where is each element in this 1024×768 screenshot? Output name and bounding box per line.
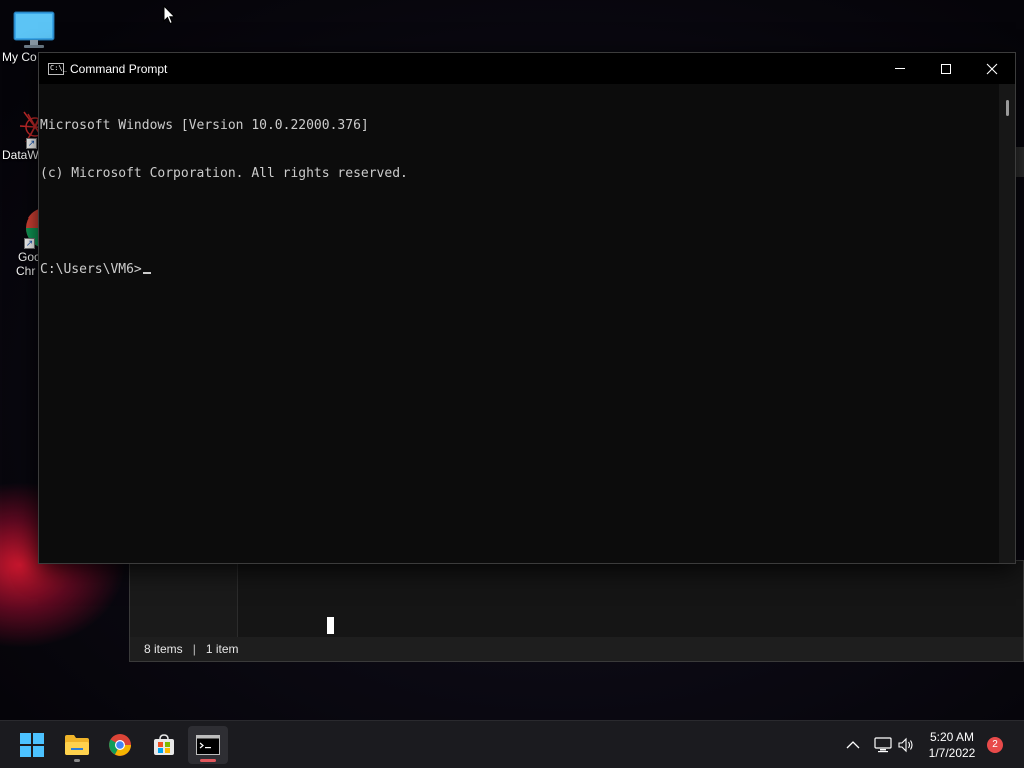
terminal-prompt: C:\Users\VM6> xyxy=(40,262,142,277)
explorer-status-bar: 8 items | 1 item xyxy=(130,617,1023,661)
windows-start-icon xyxy=(20,733,44,757)
taskbar: 5:20 AM 1/7/2022 2 xyxy=(0,720,1024,768)
start-button[interactable] xyxy=(12,726,52,764)
minimize-button[interactable] xyxy=(877,53,923,84)
clock-time: 5:20 AM xyxy=(929,730,975,744)
chevron-up-icon[interactable] xyxy=(846,740,860,750)
cmd-app-icon: C:\_ xyxy=(48,62,67,75)
running-indicator xyxy=(74,759,80,762)
chrome-icon xyxy=(109,734,131,756)
active-indicator xyxy=(200,759,216,762)
terminal-scrollbar[interactable] xyxy=(999,84,1015,563)
terminal-caret xyxy=(142,272,151,274)
mouse-pointer-icon xyxy=(163,5,176,25)
notification-badge[interactable]: 2 xyxy=(987,737,1003,753)
command-prompt-window[interactable]: C:\_ Command Prompt Microsoft Windows [V… xyxy=(38,52,1016,564)
folder-icon xyxy=(65,735,89,755)
terminal-line: Microsoft Windows [Version 10.0.22000.37… xyxy=(40,118,369,133)
close-icon xyxy=(986,63,998,74)
maximize-button[interactable] xyxy=(923,53,969,84)
shortcut-arrow-icon: ↗ xyxy=(24,238,35,249)
taskbar-clock[interactable]: 5:20 AM 1/7/2022 xyxy=(922,729,982,761)
scrollbar-thumb[interactable] xyxy=(1006,100,1009,116)
text-cursor xyxy=(327,617,334,634)
maximize-icon xyxy=(941,63,951,74)
desktop-icon-label: DataW xyxy=(2,148,39,162)
window-titlebar[interactable]: C:\_ Command Prompt xyxy=(39,53,1015,84)
taskbar-microsoft-store[interactable] xyxy=(144,726,184,764)
taskbar-file-explorer[interactable] xyxy=(57,726,97,764)
status-item-count: 8 items xyxy=(144,642,183,656)
shortcut-arrow-icon: ↗ xyxy=(26,138,37,149)
minimize-icon xyxy=(895,68,905,69)
taskbar-chrome[interactable] xyxy=(100,726,140,764)
network-icon[interactable] xyxy=(874,737,892,753)
desktop-icon-label: My Co xyxy=(2,50,37,64)
explorer-file-area[interactable] xyxy=(238,561,1023,639)
explorer-navigation-pane[interactable] xyxy=(130,561,238,639)
window-title: Command Prompt xyxy=(70,61,168,76)
system-tray xyxy=(846,721,914,768)
store-icon xyxy=(154,734,174,755)
terminal-icon xyxy=(196,735,220,755)
terminal-prompt-line[interactable]: C:\Users\VM6> xyxy=(40,262,999,278)
terminal-line: (c) Microsoft Corporation. All rights re… xyxy=(40,166,408,181)
clock-date: 1/7/2022 xyxy=(928,746,976,760)
monitor-icon xyxy=(13,11,55,48)
status-selected-count: 1 item xyxy=(205,642,239,656)
speaker-icon[interactable] xyxy=(898,737,914,753)
background-window-scrollbar xyxy=(1016,147,1024,177)
desktop-icon-label-line2: Chr xyxy=(16,264,36,278)
close-button[interactable] xyxy=(969,53,1015,84)
status-separator: | xyxy=(192,642,196,656)
terminal-output[interactable]: Microsoft Windows [Version 10.0.22000.37… xyxy=(39,84,999,563)
file-explorer-window[interactable]: 8 items | 1 item xyxy=(129,560,1024,662)
taskbar-command-prompt[interactable] xyxy=(188,726,228,764)
